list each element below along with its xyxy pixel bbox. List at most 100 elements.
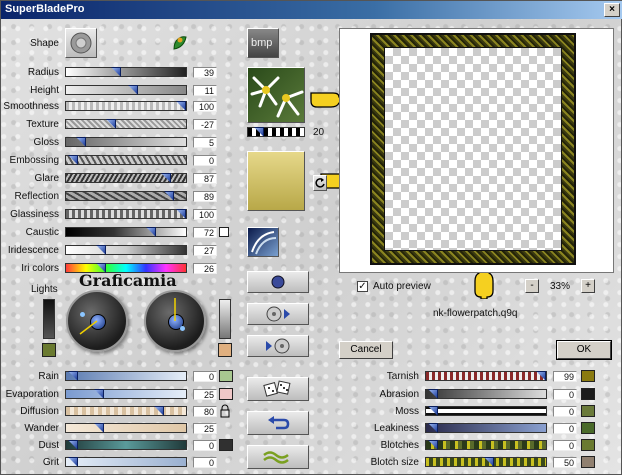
- abrasion-slider[interactable]: [425, 389, 547, 399]
- slider-thumb[interactable]: [68, 440, 78, 450]
- slider-thumb[interactable]: [254, 127, 264, 137]
- light1-intensity-bar[interactable]: [43, 299, 55, 339]
- evaporation-slider[interactable]: [65, 389, 187, 399]
- slider-thumb[interactable]: [428, 406, 438, 416]
- blotch-size-color-swatch[interactable]: [581, 456, 595, 468]
- texture-slider[interactable]: [65, 119, 187, 129]
- slider-thumb[interactable]: [106, 119, 116, 129]
- slider-thumb[interactable]: [164, 191, 174, 201]
- blotch-size-value[interactable]: 50: [553, 457, 577, 468]
- iri-colors-value[interactable]: 26: [193, 263, 217, 274]
- tarnish-color-swatch[interactable]: [581, 370, 595, 382]
- grit-slider[interactable]: [65, 457, 187, 467]
- radius-slider[interactable]: [65, 67, 187, 77]
- diffusion-slider[interactable]: [65, 406, 187, 416]
- texture-image[interactable]: [247, 67, 305, 123]
- leaf-icon[interactable]: [171, 34, 189, 52]
- slider-thumb[interactable]: [94, 389, 104, 399]
- auto-preview-checkbox[interactable]: ✓: [357, 281, 368, 292]
- save-preset-button[interactable]: [247, 303, 309, 325]
- light1-color-swatch[interactable]: [42, 343, 56, 357]
- preview-panel[interactable]: [339, 28, 614, 273]
- iridescence-slider[interactable]: [65, 245, 187, 255]
- caustic-slider[interactable]: [65, 227, 187, 237]
- cancel-button[interactable]: Cancel: [339, 341, 393, 359]
- leakiness-value[interactable]: 0: [553, 423, 577, 434]
- rain-slider[interactable]: [65, 371, 187, 381]
- close-button[interactable]: ×: [604, 3, 620, 17]
- slider-thumb[interactable]: [176, 209, 186, 219]
- wander-slider[interactable]: [65, 423, 187, 433]
- moss-slider[interactable]: [425, 406, 547, 416]
- dust-color-swatch[interactable]: [219, 439, 233, 451]
- rain-value[interactable]: 0: [193, 371, 217, 382]
- slider-thumb[interactable]: [428, 389, 438, 399]
- lock-icon[interactable]: [219, 404, 231, 418]
- dust-slider[interactable]: [65, 440, 187, 450]
- slider-thumb[interactable]: [94, 423, 104, 433]
- slider-thumb[interactable]: [111, 67, 121, 77]
- light1-direction-knob[interactable]: [66, 290, 128, 352]
- dust-value[interactable]: 0: [193, 440, 217, 451]
- smoothness-slider[interactable]: [65, 101, 187, 111]
- light2-color-swatch[interactable]: [218, 343, 232, 357]
- sphere-button[interactable]: [247, 271, 309, 293]
- slider-thumb[interactable]: [484, 457, 494, 467]
- diffusion-value[interactable]: 80: [193, 406, 217, 417]
- leakiness-slider[interactable]: [425, 423, 547, 433]
- slider-thumb[interactable]: [96, 245, 106, 255]
- bmp-button[interactable]: bmp: [247, 28, 279, 58]
- slider-thumb[interactable]: [68, 371, 78, 381]
- moss-color-swatch[interactable]: [581, 405, 595, 417]
- moss-value[interactable]: 0: [553, 406, 577, 417]
- gloss-slider[interactable]: [65, 137, 187, 147]
- texture-value[interactable]: -27: [193, 119, 217, 130]
- texture-scale-slider[interactable]: [247, 127, 305, 137]
- refresh-button[interactable]: [313, 175, 327, 191]
- reflection-value[interactable]: 89: [193, 191, 217, 202]
- blotch-size-slider[interactable]: [425, 457, 547, 467]
- caustic-checkbox[interactable]: [219, 227, 229, 237]
- slider-thumb[interactable]: [161, 173, 171, 183]
- reflection-slider[interactable]: [65, 191, 187, 201]
- slider-thumb[interactable]: [76, 137, 86, 147]
- evaporation-color-swatch[interactable]: [219, 388, 233, 400]
- slider-thumb[interactable]: [68, 457, 78, 467]
- load-preset-button[interactable]: [247, 335, 309, 357]
- embossing-slider[interactable]: [65, 155, 187, 165]
- caustic-value[interactable]: 72: [193, 227, 217, 238]
- reset-button[interactable]: [247, 445, 309, 469]
- slider-thumb[interactable]: [428, 440, 438, 450]
- rain-color-swatch[interactable]: [219, 370, 233, 382]
- tarnish-value[interactable]: 99: [553, 371, 577, 382]
- radius-value[interactable]: 39: [193, 67, 217, 78]
- wander-value[interactable]: 25: [193, 423, 217, 434]
- environment-map[interactable]: [247, 227, 279, 257]
- evaporation-value[interactable]: 25: [193, 389, 217, 400]
- leakiness-color-swatch[interactable]: [581, 422, 595, 434]
- slider-thumb[interactable]: [428, 423, 438, 433]
- glare-slider[interactable]: [65, 173, 187, 183]
- height-value[interactable]: 11: [193, 85, 217, 96]
- light2-intensity-bar[interactable]: [219, 299, 231, 339]
- slider-thumb[interactable]: [176, 101, 186, 111]
- zoom-out-button[interactable]: -: [525, 279, 539, 293]
- slider-thumb[interactable]: [154, 406, 164, 416]
- slider-thumb[interactable]: [68, 155, 78, 165]
- abrasion-value[interactable]: 0: [553, 389, 577, 400]
- abrasion-color-swatch[interactable]: [581, 388, 595, 400]
- tarnish-slider[interactable]: [425, 371, 547, 381]
- slider-thumb[interactable]: [146, 227, 156, 237]
- gold-color-swatch[interactable]: [247, 151, 305, 211]
- grit-value[interactable]: 0: [193, 457, 217, 468]
- zoom-in-button[interactable]: +: [581, 279, 595, 293]
- smoothness-value[interactable]: 100: [193, 101, 217, 112]
- height-slider[interactable]: [65, 85, 187, 95]
- slider-thumb[interactable]: [128, 85, 138, 95]
- undo-button[interactable]: [247, 411, 309, 435]
- glare-value[interactable]: 87: [193, 173, 217, 184]
- blotches-color-swatch[interactable]: [581, 439, 595, 451]
- glassiness-value[interactable]: 100: [193, 209, 217, 220]
- slider-thumb[interactable]: [536, 371, 546, 381]
- shape-selector[interactable]: [65, 28, 97, 58]
